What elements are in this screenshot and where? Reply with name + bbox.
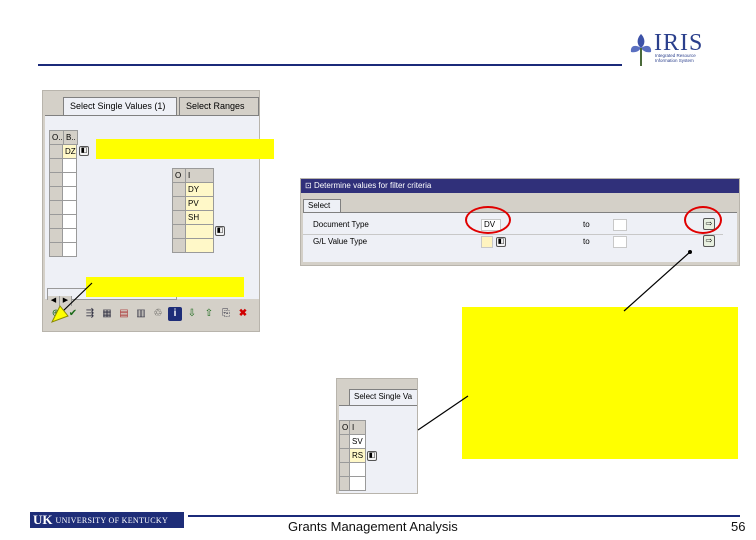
pointer-line-zoom xyxy=(417,395,469,431)
pointer-dot xyxy=(688,250,692,254)
uk-logo: UK UNIVERSITY OF KENTUCKY xyxy=(30,512,184,528)
annotation-lines xyxy=(50,250,692,431)
pointer-line-button xyxy=(623,251,691,312)
footer-rule xyxy=(188,515,740,517)
page-number: 56 xyxy=(731,519,746,534)
university-name: UNIVERSITY OF KENTUCKY xyxy=(55,515,169,525)
uk-mark: UK xyxy=(33,512,53,527)
footer-title: Grants Management Analysis xyxy=(288,519,458,534)
pointer-line-toolbar xyxy=(61,282,93,313)
